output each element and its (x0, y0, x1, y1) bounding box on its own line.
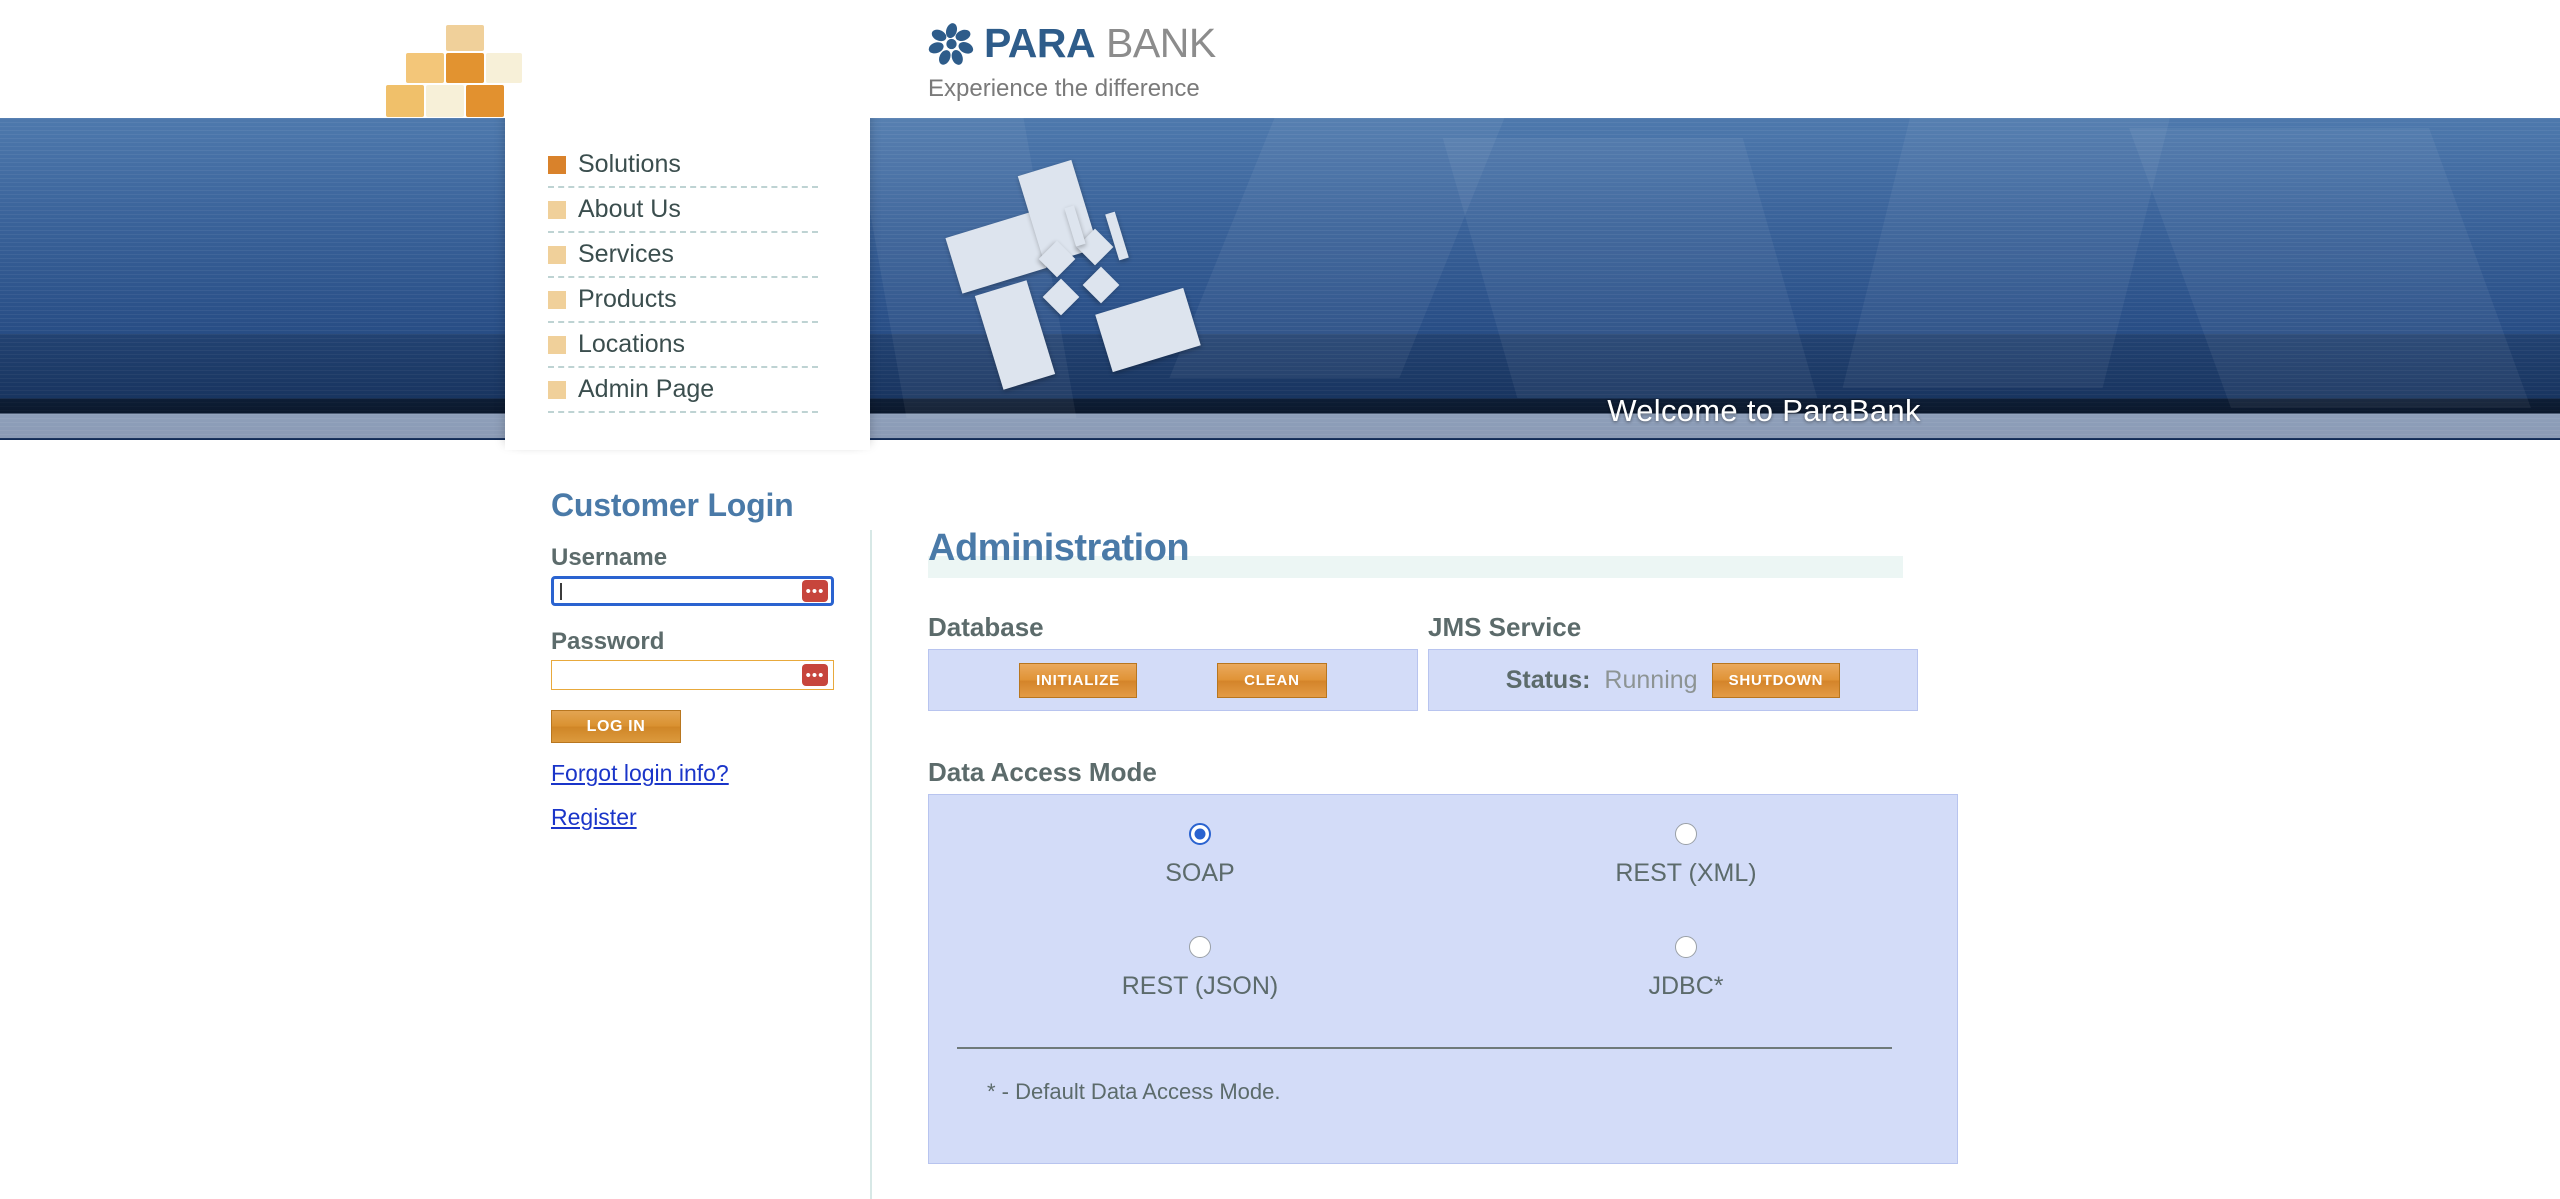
text-caret (560, 583, 562, 600)
sidebar-item-admin-page[interactable]: Admin Page (548, 368, 818, 413)
logo-para-text: PARA (984, 20, 1096, 66)
password-manager-icon[interactable]: ••• (802, 580, 828, 602)
username-input[interactable] (551, 576, 834, 606)
data-access-mode-panel: SOAP REST (XML) REST (JSON) JDBC* * - De… (928, 794, 1958, 1164)
database-heading: Database (928, 612, 1044, 642)
sidebar-item-services[interactable]: Services (548, 233, 818, 278)
stacked-blocks-logo-graphic (386, 25, 522, 117)
radio-label: SOAP (1165, 859, 1235, 887)
sidebar-item-label: About Us (578, 195, 681, 223)
radio-label: JDBC* (1648, 972, 1724, 1000)
radio-option-jdbc[interactable]: JDBC* (1443, 936, 1929, 1001)
sidebar-item-locations[interactable]: Locations (548, 323, 818, 368)
content-divider (870, 530, 872, 1199)
bullet-icon (548, 380, 566, 399)
logo-bank-text: BANK (1095, 20, 1216, 66)
parabank-pinwheel-icon (928, 23, 974, 65)
bullet-icon (548, 245, 566, 264)
sidebar-item-label: Services (578, 240, 674, 268)
password-field-wrapper: ••• (551, 660, 834, 690)
register-link[interactable]: Register (551, 804, 851, 831)
default-mode-note: * - Default Data Access Mode. (987, 1079, 1281, 1104)
password-manager-icon[interactable]: ••• (802, 664, 828, 686)
data-access-mode-options: SOAP REST (XML) REST (JSON) JDBC* (957, 823, 1929, 1001)
username-label: Username (551, 544, 668, 571)
username-field-wrapper: ••• (551, 576, 834, 606)
bullet-icon (548, 155, 566, 174)
logo-wordmark: PARA BANK (984, 20, 1216, 67)
sidebar-item-label: Products (578, 285, 677, 313)
radio-icon[interactable] (1189, 823, 1211, 845)
data-access-mode-heading: Data Access Mode (928, 757, 1157, 787)
banner-decor-shape (1842, 118, 2178, 388)
radio-option-soap[interactable]: SOAP (957, 823, 1443, 888)
welcome-message: Welcome to ParaBank (1607, 393, 1921, 428)
tagline: Experience the difference (928, 75, 1200, 102)
clean-button[interactable]: CLEAN (1216, 662, 1327, 698)
radio-option-rest-xml[interactable]: REST (XML) (1443, 823, 1929, 888)
radio-label: REST (XML) (1615, 859, 1757, 887)
sidebar-item-solutions[interactable]: Solutions (548, 143, 818, 188)
jms-status-label: Status: (1505, 665, 1591, 694)
bullet-icon (548, 335, 566, 354)
password-label: Password (551, 628, 665, 655)
database-panel: INITIALIZE CLEAN (928, 649, 1418, 711)
jms-service-heading: JMS Service (1428, 612, 1582, 642)
panel-divider (957, 1047, 1892, 1049)
radio-icon[interactable] (1189, 936, 1211, 958)
radio-icon[interactable] (1675, 936, 1697, 958)
radio-icon[interactable] (1675, 823, 1697, 845)
initialize-button[interactable]: INITIALIZE (1019, 662, 1137, 698)
log-in-button[interactable]: LOG IN (551, 710, 681, 743)
hero-banner: Welcome to ParaBank (0, 118, 2560, 440)
forgot-login-info-link[interactable]: Forgot login info? (551, 760, 851, 787)
radio-option-rest-json[interactable]: REST (JSON) (957, 936, 1443, 1001)
parabank-admin-page: PARA BANK Experience the difference Welc… (0, 0, 2560, 1199)
login-heading: Customer Login (551, 487, 794, 523)
sidebar-item-label: Admin Page (578, 375, 715, 403)
admin-content: Administration Database INITIALIZE CLEAN… (928, 527, 1958, 1164)
sidebar-item-label: Solutions (578, 150, 681, 178)
jms-service-panel: Status: Running SHUTDOWN (1428, 649, 1918, 711)
jms-status-value: Running (1604, 665, 1698, 694)
radio-label: REST (JSON) (1121, 972, 1279, 1000)
database-section: Database INITIALIZE CLEAN (928, 612, 1418, 711)
sidebar-item-about-us[interactable]: About Us (548, 188, 818, 233)
abstract-network-graphic (945, 159, 1202, 390)
top-header: PARA BANK Experience the difference (0, 0, 2560, 118)
banner-decor-shape (1442, 138, 1818, 398)
customer-login-form: Customer Login Username ••• Password •••… (551, 487, 851, 831)
shutdown-button[interactable]: SHUTDOWN (1711, 662, 1841, 698)
admin-panels-row: Database INITIALIZE CLEAN JMS Service St… (928, 612, 1958, 711)
page-title: Administration (928, 527, 1190, 569)
banner-decor-shape (2129, 128, 2531, 408)
jms-service-section: JMS Service Status: Running SHUTDOWN (1428, 612, 1918, 711)
bullet-icon (548, 290, 566, 309)
bullet-icon (548, 200, 566, 219)
password-input[interactable] (551, 660, 834, 690)
sidebar-item-products[interactable]: Products (548, 278, 818, 323)
sidebar-nav: Solutions About Us Services Products Loc… (548, 143, 818, 413)
sidebar-item-label: Locations (578, 330, 686, 358)
